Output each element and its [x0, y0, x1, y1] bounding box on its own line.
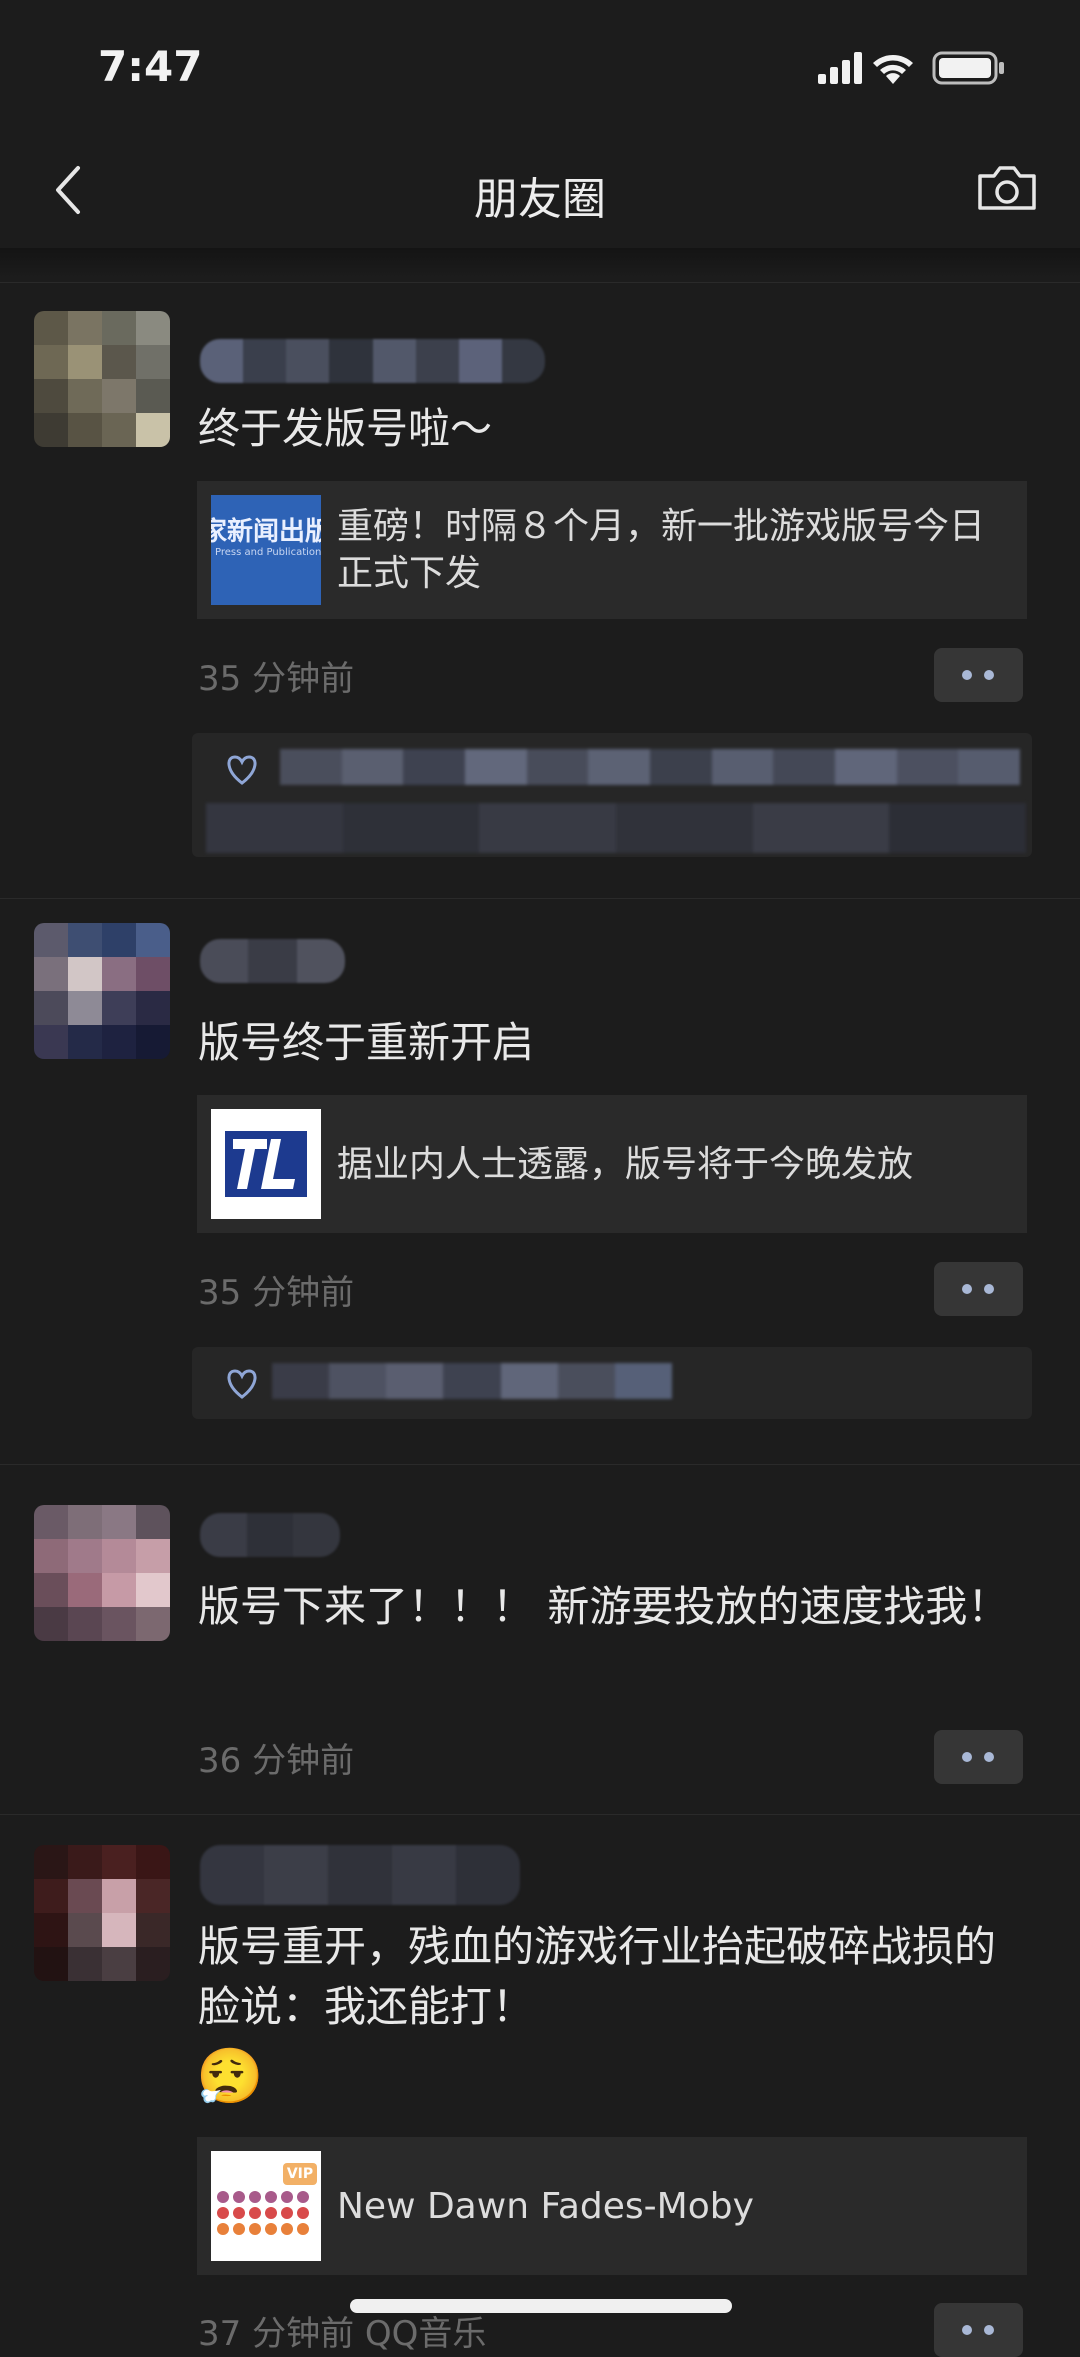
camera-icon[interactable]: [974, 158, 1040, 218]
wifi-icon: [873, 55, 913, 84]
username-blurred[interactable]: [200, 1513, 340, 1557]
moment-post: 版号终于重新开启 据业内人士透露，版号将于今晚发放 35 分钟前: [0, 898, 1080, 1465]
link-thumbnail: [211, 1109, 321, 1219]
link-title: 重磅！时隔８个月，新一批游戏版号今日正式下发: [337, 506, 986, 594]
moment-post: 终于发版号啦～ 家新闻出版 Press and Publication A 重磅…: [0, 282, 1080, 899]
post-text: 版号终于重新开启: [198, 1018, 535, 1067]
username-blurred[interactable]: [200, 939, 345, 983]
thumb-title: 家新闻出版: [211, 517, 321, 547]
avatar[interactable]: [34, 1845, 170, 1981]
post-time-source: 37 分钟前 QQ音乐: [198, 2306, 486, 2355]
source-link[interactable]: QQ音乐: [365, 2314, 487, 2354]
post-time: 35 分钟前: [198, 659, 355, 699]
more-button[interactable]: [934, 648, 1023, 702]
more-button[interactable]: [934, 1262, 1023, 1316]
post-text: 版号下来了！！！ 新游要投放的速度找我！: [198, 1582, 1010, 1631]
home-indicator[interactable]: [350, 2299, 732, 2313]
music-thumbnail: VIP: [211, 2151, 321, 2261]
nav-bar: 朋友圈: [0, 130, 1080, 250]
tl-logo: [225, 1131, 307, 1197]
link-thumbnail: 家新闻出版 Press and Publication A: [211, 495, 321, 605]
more-button[interactable]: [934, 2303, 1023, 2357]
exhale-emoji: 😮‍💨: [196, 2045, 264, 2108]
vip-badge: VIP: [283, 2163, 317, 2185]
avatar[interactable]: [34, 923, 170, 1059]
moment-post: 版号重开，残血的游戏行业抬起破碎战损的脸说：我还能打！ 😮‍💨 VIP New …: [0, 1814, 1080, 2357]
page-title: 朋友圈: [474, 174, 606, 225]
moment-post: 版号下来了！！！ 新游要投放的速度找我！ 36 分钟前: [0, 1464, 1080, 1815]
music-card[interactable]: VIP New Dawn Fades-Moby: [197, 2137, 1027, 2275]
username-blurred[interactable]: [200, 1845, 520, 1905]
status-time: 7:47: [98, 42, 203, 91]
post-text: 版号重开，残血的游戏行业抬起破碎战损的脸说：我还能打！: [198, 1922, 997, 2031]
likes-box: [192, 733, 1032, 857]
username-blurred[interactable]: [200, 339, 545, 383]
likes-box: [192, 1347, 1032, 1419]
avatar[interactable]: [34, 311, 170, 447]
link-card[interactable]: 据业内人士透露，版号将于今晚发放: [197, 1095, 1027, 1233]
post-time: 35 分钟前: [198, 1273, 355, 1313]
heart-icon: [227, 1369, 257, 1399]
liker-names-blurred: [280, 749, 1021, 785]
thumb-subtitle: Press and Publication A: [215, 547, 321, 558]
post-time: 37 分钟前: [198, 2314, 355, 2354]
liker-names-blurred: [206, 803, 1027, 853]
link-card[interactable]: 家新闻出版 Press and Publication A 重磅！时隔８个月，新…: [197, 481, 1027, 619]
music-title: New Dawn Fades-Moby: [337, 2186, 754, 2227]
status-icons: [818, 51, 1004, 85]
post-text: 终于发版号啦～: [198, 404, 493, 453]
battery-icon: [932, 51, 1004, 85]
more-button[interactable]: [934, 1730, 1023, 1784]
liker-names-blurred: [272, 1363, 672, 1399]
avatar[interactable]: [34, 1505, 170, 1641]
heart-icon: [227, 755, 257, 785]
post-time: 36 分钟前: [198, 1741, 355, 1781]
status-bar: 7:47: [0, 0, 1080, 130]
signal-icon: [818, 52, 862, 84]
nav-divider: [0, 248, 1080, 278]
link-title: 据业内人士透露，版号将于今晚发放: [337, 1144, 914, 1185]
